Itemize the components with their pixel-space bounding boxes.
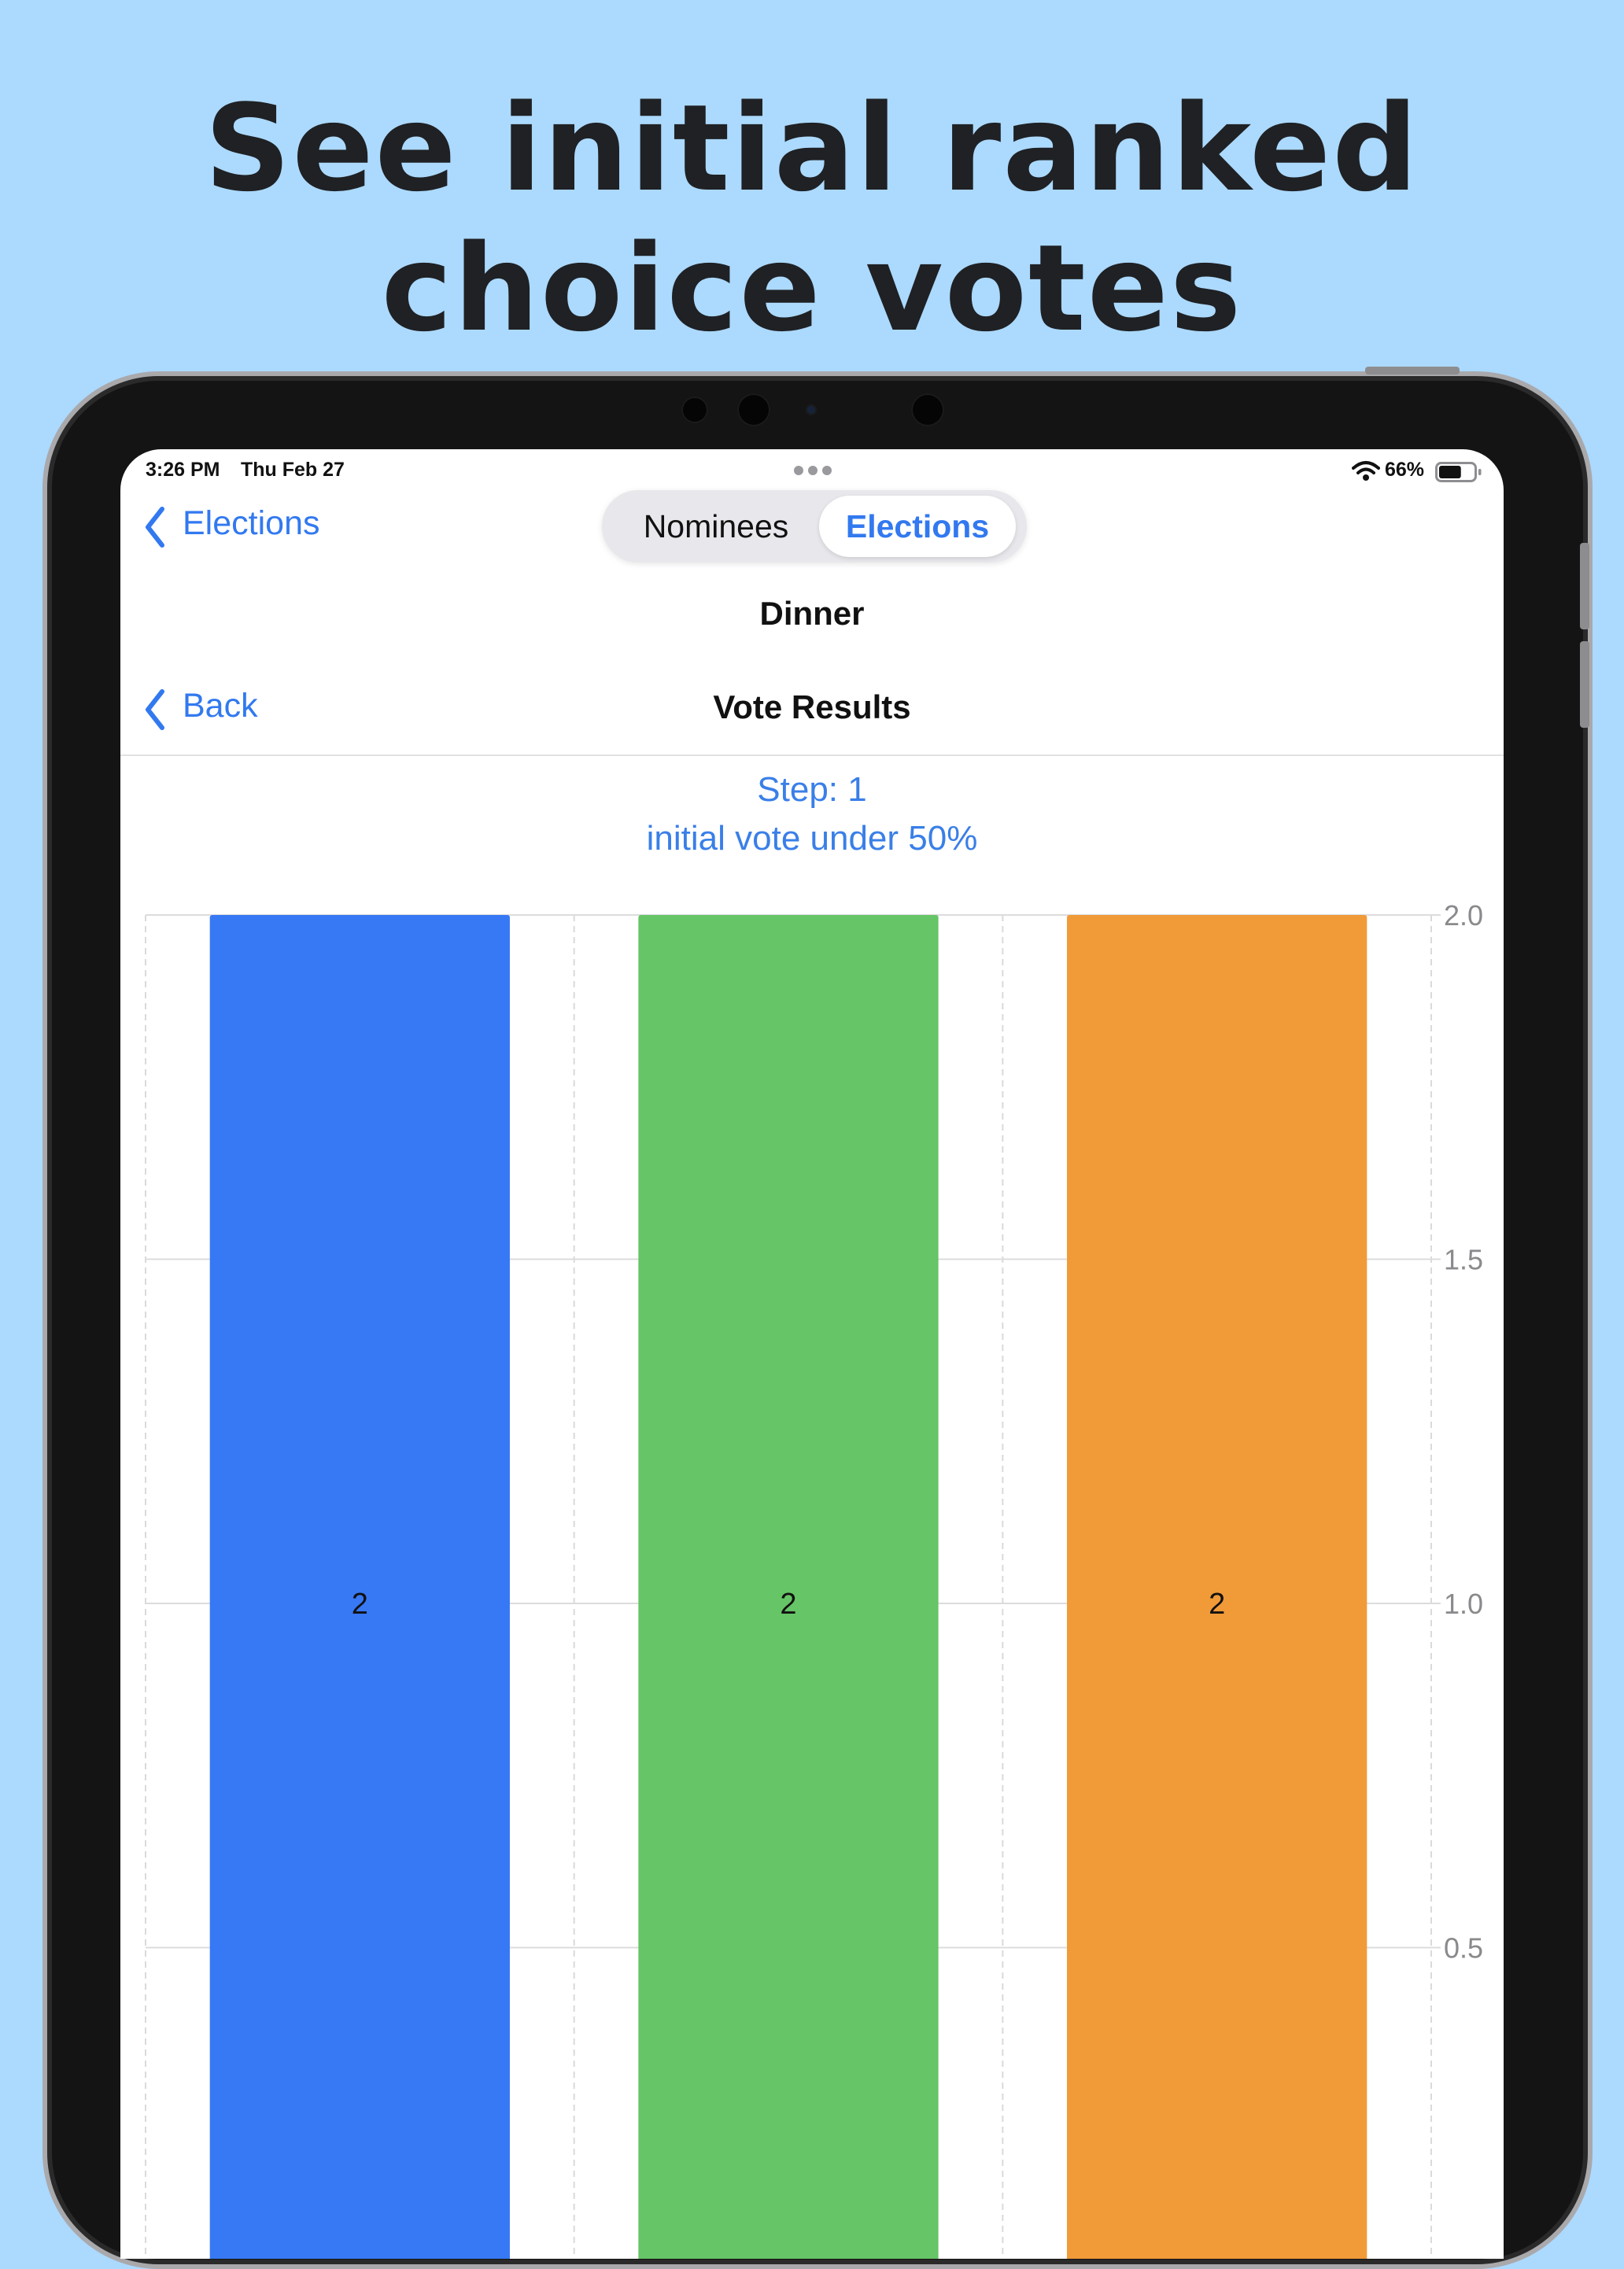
headline-line-2: choice votes [381,219,1243,358]
camera-sensor-right [911,393,944,426]
y-tick-label: 2.0 [1444,899,1483,932]
camera-lens [806,404,817,415]
bar-value-label: 2 [352,1588,368,1621]
vote-results-chart: 00.51.01.52.0222 [145,899,1483,2259]
bar [638,915,939,2259]
y-tick-label: 1.5 [1444,1244,1483,1276]
headline: See initial ranked choice votes [0,79,1624,359]
camera-sensor-left [681,397,708,423]
volume-down-button [1580,641,1589,728]
headline-line-1: See initial ranked [205,79,1419,218]
bar-value-label: 2 [780,1588,796,1621]
y-tick-label: 1.0 [1444,1588,1483,1620]
camera-sensor [737,393,770,426]
app-screen: 3:26 PM Thu Feb 27 66% Elections Nominee… [120,449,1504,2259]
y-tick-label: 0.5 [1444,1932,1483,1965]
top-button [1365,367,1460,374]
bar-value-label: 2 [1209,1588,1225,1621]
bar [209,915,510,2259]
bar [1067,915,1367,2259]
volume-up-button [1580,543,1589,629]
